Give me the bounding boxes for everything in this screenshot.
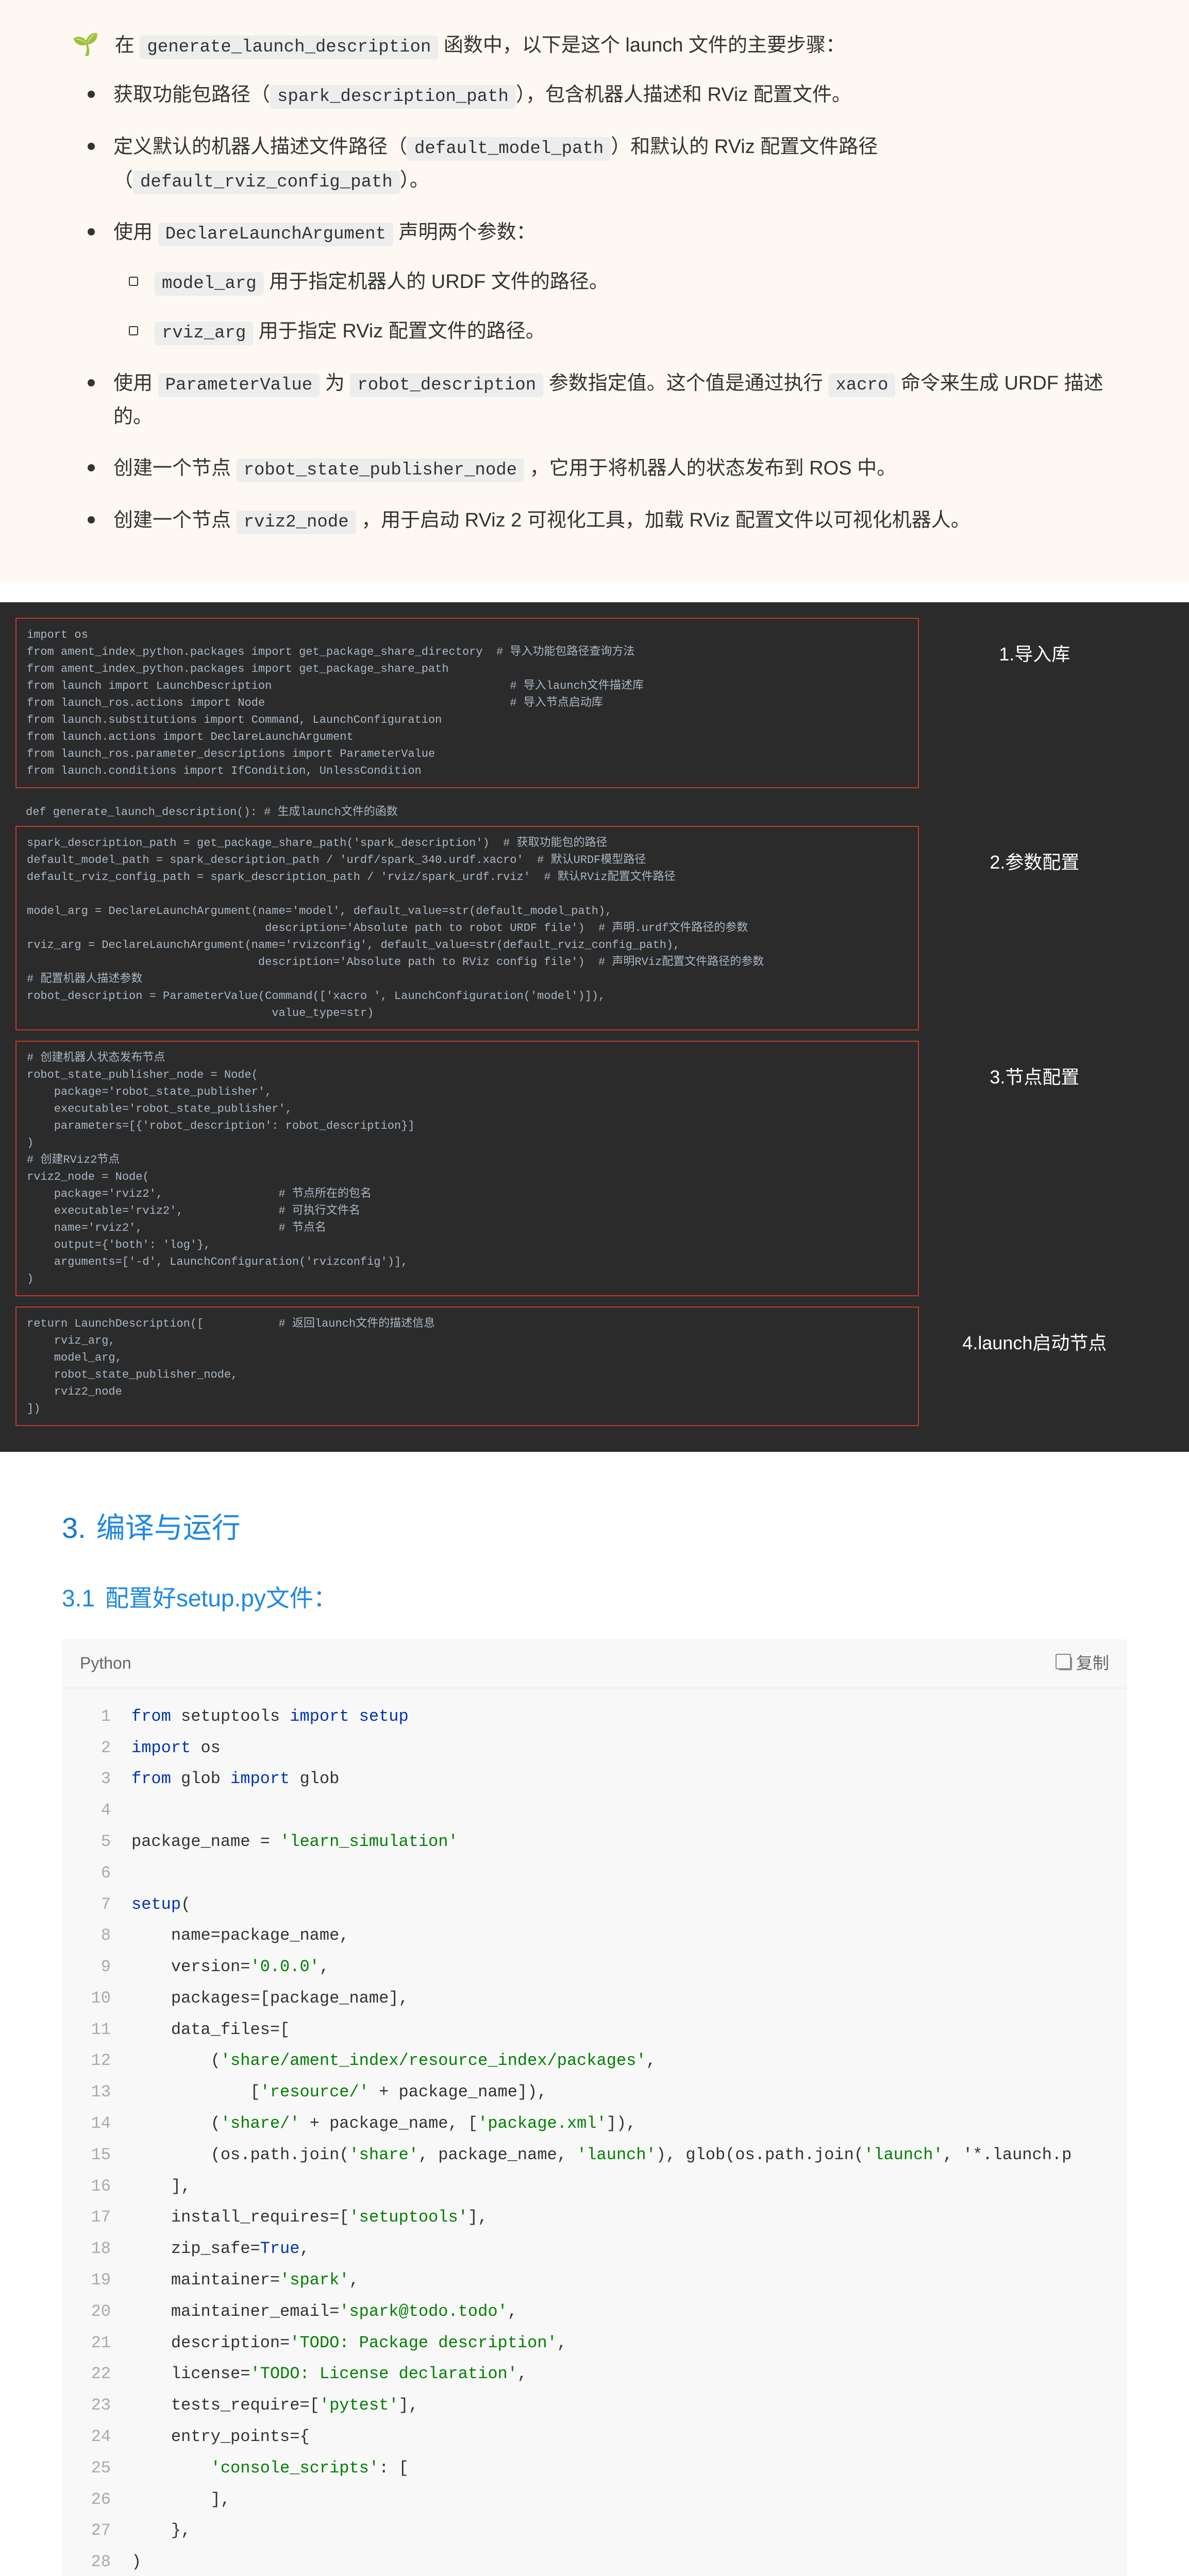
code-inline: robot_description — [350, 374, 543, 397]
h2-compile: 3.编译与运行 — [62, 1503, 1127, 1552]
code-header: Python 复制 — [62, 1639, 1127, 1688]
copy-button[interactable]: 复制 — [1059, 1649, 1109, 1677]
def-line: def generate_launch_description(): # 生成l… — [15, 799, 1174, 826]
copy-icon — [1059, 1657, 1072, 1670]
label-1: 1.导入库 — [919, 618, 1150, 670]
code-body: 1from setuptools import setup 2import os… — [62, 1688, 1127, 2576]
list-item: 定义默认的机器人描述文件路径（default_model_path）和默认的 R… — [113, 130, 1137, 198]
label-2: 2.参数配置 — [919, 826, 1150, 878]
list-item: 创建一个节点 rviz2_node ，用于启动 RViz 2 可视化工具，加载 … — [113, 504, 1137, 538]
lang-label: Python — [80, 1649, 131, 1677]
code-box-2: spark_description_path = get_package_sha… — [15, 826, 919, 1030]
code-box-3: # 创建机器人状态发布节点 robot_state_publisher_node… — [15, 1041, 919, 1296]
code-inline: default_rviz_config_path — [133, 171, 400, 194]
code-box-4: return LaunchDescription([ # 返回launch文件的… — [15, 1307, 919, 1426]
list-item: 使用 DeclareLaunchArgument 声明两个参数： model_a… — [113, 216, 1137, 348]
compile-run-section: 3.编译与运行 3.1配置好setup.py文件： Python 复制 1fro… — [0, 1472, 1189, 2576]
code-inline: xacro — [828, 374, 895, 397]
list-item: rviz_arg 用于指定 RViz 配置文件的路径。 — [155, 315, 1137, 349]
list-item: model_arg 用于指定机器人的 URDF 文件的路径。 — [155, 265, 1137, 299]
txt: 函数中，以下是这个 launch 文件的主要步骤： — [444, 35, 845, 56]
code-inline: spark_description_path — [270, 85, 516, 109]
step-list: 获取功能包路径（spark_description_path），包含机器人描述和… — [72, 78, 1137, 538]
sub-list: model_arg 用于指定机器人的 URDF 文件的路径。 rviz_arg … — [113, 265, 1137, 349]
list-item: 创建一个节点 robot_state_publisher_node ，它用于将机… — [113, 452, 1137, 486]
intro-callout: 🌱 在 generate_launch_description 函数中，以下是这… — [0, 0, 1189, 582]
code-inline: ParameterValue — [158, 374, 320, 397]
label-3: 3.节点配置 — [919, 1041, 1150, 1093]
code-inline: generate_launch_description — [140, 36, 438, 59]
code-box-1: import os from ament_index_python.packag… — [15, 618, 919, 788]
code-inline: model_arg — [155, 272, 264, 296]
code-inline: default_model_path — [407, 137, 611, 161]
annotated-code-image: import os from ament_index_python.packag… — [0, 602, 1189, 1452]
code-block-setup: Python 复制 1from setuptools import setup … — [62, 1639, 1127, 2576]
txt: 在 — [115, 35, 140, 56]
list-item: 使用 ParameterValue 为 robot_description 参数… — [113, 367, 1137, 434]
intro-lead: 🌱 在 generate_launch_description 函数中，以下是这… — [72, 26, 1137, 63]
label-4: 4.launch启动节点 — [919, 1307, 1150, 1359]
code-inline: DeclareLaunchArgument — [158, 223, 393, 246]
code-inline: rviz2_node — [237, 511, 356, 534]
list-item: 获取功能包路径（spark_description_path），包含机器人描述和… — [113, 78, 1137, 112]
code-inline: rviz_arg — [155, 321, 253, 345]
seedling-icon: 🌱 — [72, 32, 99, 56]
h3-setup: 3.1配置好setup.py文件： — [62, 1578, 1127, 1618]
code-inline: robot_state_publisher_node — [237, 459, 525, 482]
